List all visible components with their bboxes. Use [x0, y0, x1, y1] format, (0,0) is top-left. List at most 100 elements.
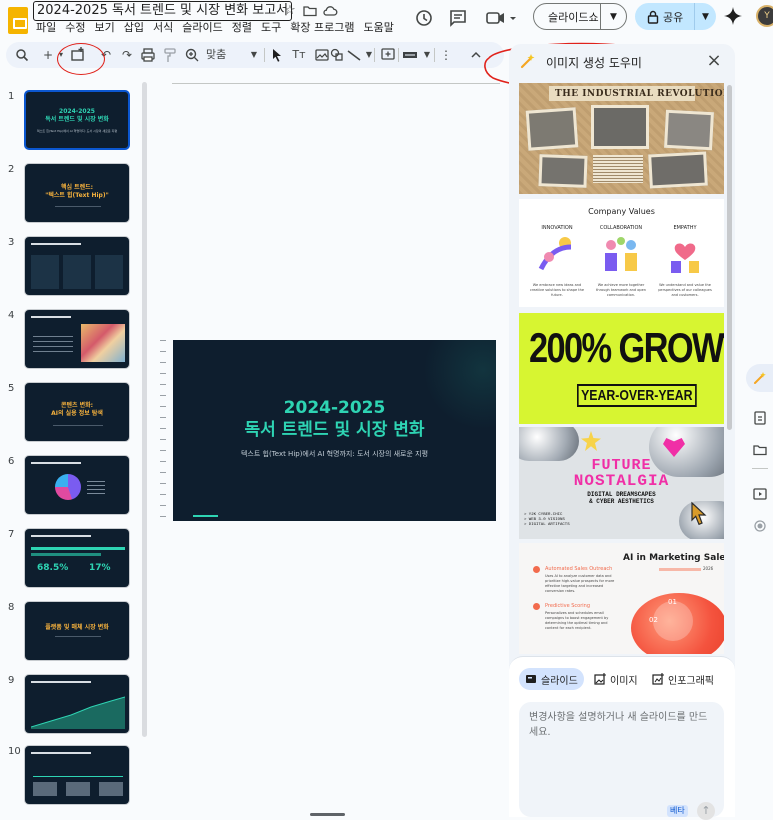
menu-tools[interactable]: 도구 — [261, 21, 287, 35]
thumb-title: 플랫폼 및 매체 시장 변화 — [45, 624, 109, 631]
background-icon[interactable] — [402, 46, 418, 64]
filmstrip-scrollbar[interactable] — [142, 82, 147, 737]
search-menus-icon[interactable] — [15, 46, 31, 64]
thumb-title: 2024-2025 독서 트렌드 및 시장 변화 — [45, 108, 109, 123]
avatar[interactable]: Y — [756, 5, 773, 27]
thumb-heading-line — [31, 462, 81, 464]
slide-thumbnail-5[interactable]: 콘텐츠 변화: AI의 실용 정보 탐색 — [24, 382, 130, 442]
vertical-ruler[interactable] — [160, 340, 166, 521]
more-options-icon[interactable]: ⋮ — [438, 46, 454, 64]
zoom-chevron-down-icon[interactable]: ▼ — [246, 46, 262, 64]
redo-icon[interactable]: ↷ — [119, 46, 135, 64]
cloud-status-icon[interactable] — [322, 3, 338, 19]
select-cursor-icon[interactable] — [270, 46, 286, 64]
tab-infographic[interactable]: 인포그래픽 — [646, 668, 720, 690]
tab-image[interactable]: 이미지 — [588, 668, 644, 690]
marketing-item-title: Predictive Scoring — [545, 603, 591, 609]
thumb-heading-line — [31, 243, 81, 245]
drive-rail-button[interactable] — [746, 436, 773, 464]
document-title[interactable]: 2024-2025 독서 트렌드 및 시장 변화 보고서 — [33, 1, 293, 21]
nostalgia-headline-2: NOSTALGIA — [573, 472, 670, 490]
slide-thumbnail-2[interactable]: 핵심 트렌드: "텍스트 힙(Text Hip)" — [24, 163, 130, 223]
slide-title[interactable]: 2024-2025 독서 트렌드 및 시장 변화 — [173, 397, 496, 441]
slide-canvas[interactable]: 2024-2025 독서 트렌드 및 시장 변화 텍스트 힙(Text Hip)… — [173, 340, 496, 521]
share-button[interactable]: 공유 ▼ — [635, 3, 716, 30]
menu-slide[interactable]: 슬라이드 — [182, 21, 228, 35]
print-icon[interactable] — [140, 46, 156, 64]
background-chevron-down-icon[interactable]: ▼ — [419, 46, 435, 64]
comments-icon[interactable] — [447, 7, 469, 29]
vintage-photo — [538, 154, 588, 188]
generated-image-industrial-revolution[interactable]: THE INDUSTRIAL REVOLUTION — [519, 83, 724, 194]
slides-logo[interactable] — [8, 7, 28, 34]
empathy-illustration — [671, 243, 699, 273]
thumb-legend — [87, 478, 105, 496]
image-generator-rail-button[interactable] — [746, 364, 773, 392]
toolbar-divider — [264, 48, 265, 62]
slide-thumbnail-8[interactable]: 플랫폼 및 매체 시장 변화 — [24, 601, 130, 661]
send-arrow-up-icon[interactable]: ↑ — [697, 802, 715, 820]
slide-number: 6 — [8, 456, 15, 467]
value-heading: EMPATHY — [673, 225, 697, 231]
prompt-input[interactable] — [519, 702, 724, 817]
value-column: INNOVATION We embrace new ideas and crea… — [527, 225, 587, 297]
addon-rail-button[interactable] — [746, 512, 773, 540]
slide-thumbnail-9[interactable] — [24, 674, 130, 734]
move-folder-icon[interactable] — [302, 3, 318, 19]
line-icon[interactable] — [346, 46, 362, 64]
thumb-stat: 68.5% — [37, 563, 69, 573]
generated-image-future-nostalgia[interactable]: FUTURE NOSTALGIA DIGITAL DREAMSCAPES & C… — [519, 427, 724, 539]
share-options-chevron-down-icon[interactable]: ▼ — [694, 3, 716, 30]
slide-thumbnail-7[interactable]: 68.5% 17% — [24, 528, 130, 588]
paint-format-icon[interactable] — [162, 46, 178, 64]
thumb-heading-line — [31, 535, 91, 537]
menu-edit[interactable]: 수정 — [65, 21, 91, 35]
meet-video-icon[interactable] — [484, 7, 518, 29]
thumb-title: 콘텐츠 변화: AI의 실용 정보 탐색 — [51, 402, 103, 417]
tab-slide[interactable]: 슬라이드 — [519, 668, 584, 690]
slide-number: 1 — [8, 91, 15, 102]
generated-image-company-values[interactable]: Company Values INNOVATION We embrace new… — [519, 199, 724, 307]
slideshow-options-chevron-down-icon[interactable]: ▼ — [600, 4, 626, 29]
menu-format[interactable]: 서식 — [153, 21, 179, 35]
panel-scrollbar[interactable] — [727, 85, 732, 430]
bullet-dot — [533, 603, 540, 610]
shape-icon[interactable] — [329, 46, 345, 64]
horizontal-ruler[interactable] — [172, 80, 500, 84]
slide-thumbnail-6[interactable] — [24, 455, 130, 515]
menu-view[interactable]: 보기 — [95, 21, 121, 35]
menu-extensions[interactable]: 확장 프로그램 — [290, 21, 360, 35]
menu-help[interactable]: 도움말 — [363, 21, 399, 35]
zoom-icon[interactable] — [184, 46, 200, 64]
slideshow-button[interactable]: 슬라이드쇼 ▼ — [533, 3, 627, 30]
value-description: We achieve more together through teamwor… — [596, 283, 646, 297]
slide-thumbnail-10[interactable] — [24, 745, 130, 805]
tab-image-label: 이미지 — [610, 675, 638, 687]
canvas-scrollbar[interactable] — [310, 813, 345, 816]
thumb-columns — [33, 782, 123, 796]
slideshow-label: 슬라이드쇼 — [548, 10, 599, 24]
insert-comment-icon[interactable] — [380, 46, 396, 64]
gemini-star-icon[interactable] — [723, 6, 743, 26]
text-box-icon[interactable]: Tт — [291, 46, 307, 64]
slides-addon-rail-button[interactable] — [746, 480, 773, 508]
menu-file[interactable]: 파일 — [36, 21, 62, 35]
star-icon[interactable]: ☆ — [282, 3, 298, 19]
slide-number: 7 — [8, 529, 15, 540]
slide-subtitle[interactable]: 텍스트 힙(Text Hip)에서 AI 혁명까지: 도서 시장의 새로운 지평 — [173, 449, 496, 459]
menu-insert[interactable]: 삽입 — [124, 21, 150, 35]
slide-thumbnail-3[interactable] — [24, 236, 130, 296]
zoom-select[interactable]: 맞춤 — [206, 46, 226, 64]
image-icon[interactable] — [314, 46, 330, 64]
thumb-text-line — [55, 636, 101, 637]
nostalgia-list: > Y2K CYBER-CHIC > WEB 3.0 VISIONS > DIG… — [524, 513, 570, 528]
keep-notes-rail-button[interactable] — [746, 404, 773, 432]
thumb-card — [95, 255, 123, 289]
generated-image-ai-marketing[interactable]: AI in Marketing Sales 2026 Automated Sal… — [519, 543, 724, 654]
close-icon[interactable]: × — [706, 52, 722, 70]
generated-image-growth[interactable]: 200% GROWTH YEAR-OVER-YEAR — [519, 313, 724, 424]
menu-arrange[interactable]: 정렬 — [232, 21, 258, 35]
slide-thumbnail-1[interactable]: 2024-2025 독서 트렌드 및 시장 변화 텍스트 힙(Text Hip)에… — [24, 90, 130, 150]
version-history-icon[interactable] — [413, 7, 435, 29]
slide-thumbnail-4[interactable] — [24, 309, 130, 369]
